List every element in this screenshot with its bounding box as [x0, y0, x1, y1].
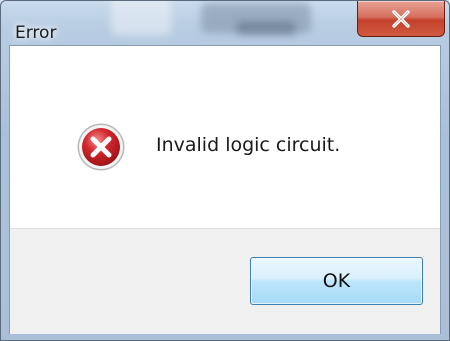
message-area: Invalid logic circuit. — [10, 46, 440, 228]
dialog-body: Invalid logic circuit. OK — [9, 45, 441, 334]
close-button[interactable] — [357, 1, 445, 37]
title-bar[interactable]: Error — [1, 1, 449, 45]
button-area: OK — [10, 228, 440, 334]
error-icon — [76, 122, 126, 172]
close-icon — [391, 9, 411, 28]
error-message: Invalid logic circuit. — [156, 134, 341, 156]
window-title: Error — [15, 23, 57, 43]
ok-button[interactable]: OK — [250, 257, 423, 305]
error-dialog-window: Error Invalid logic circuit. OK — [0, 0, 450, 341]
